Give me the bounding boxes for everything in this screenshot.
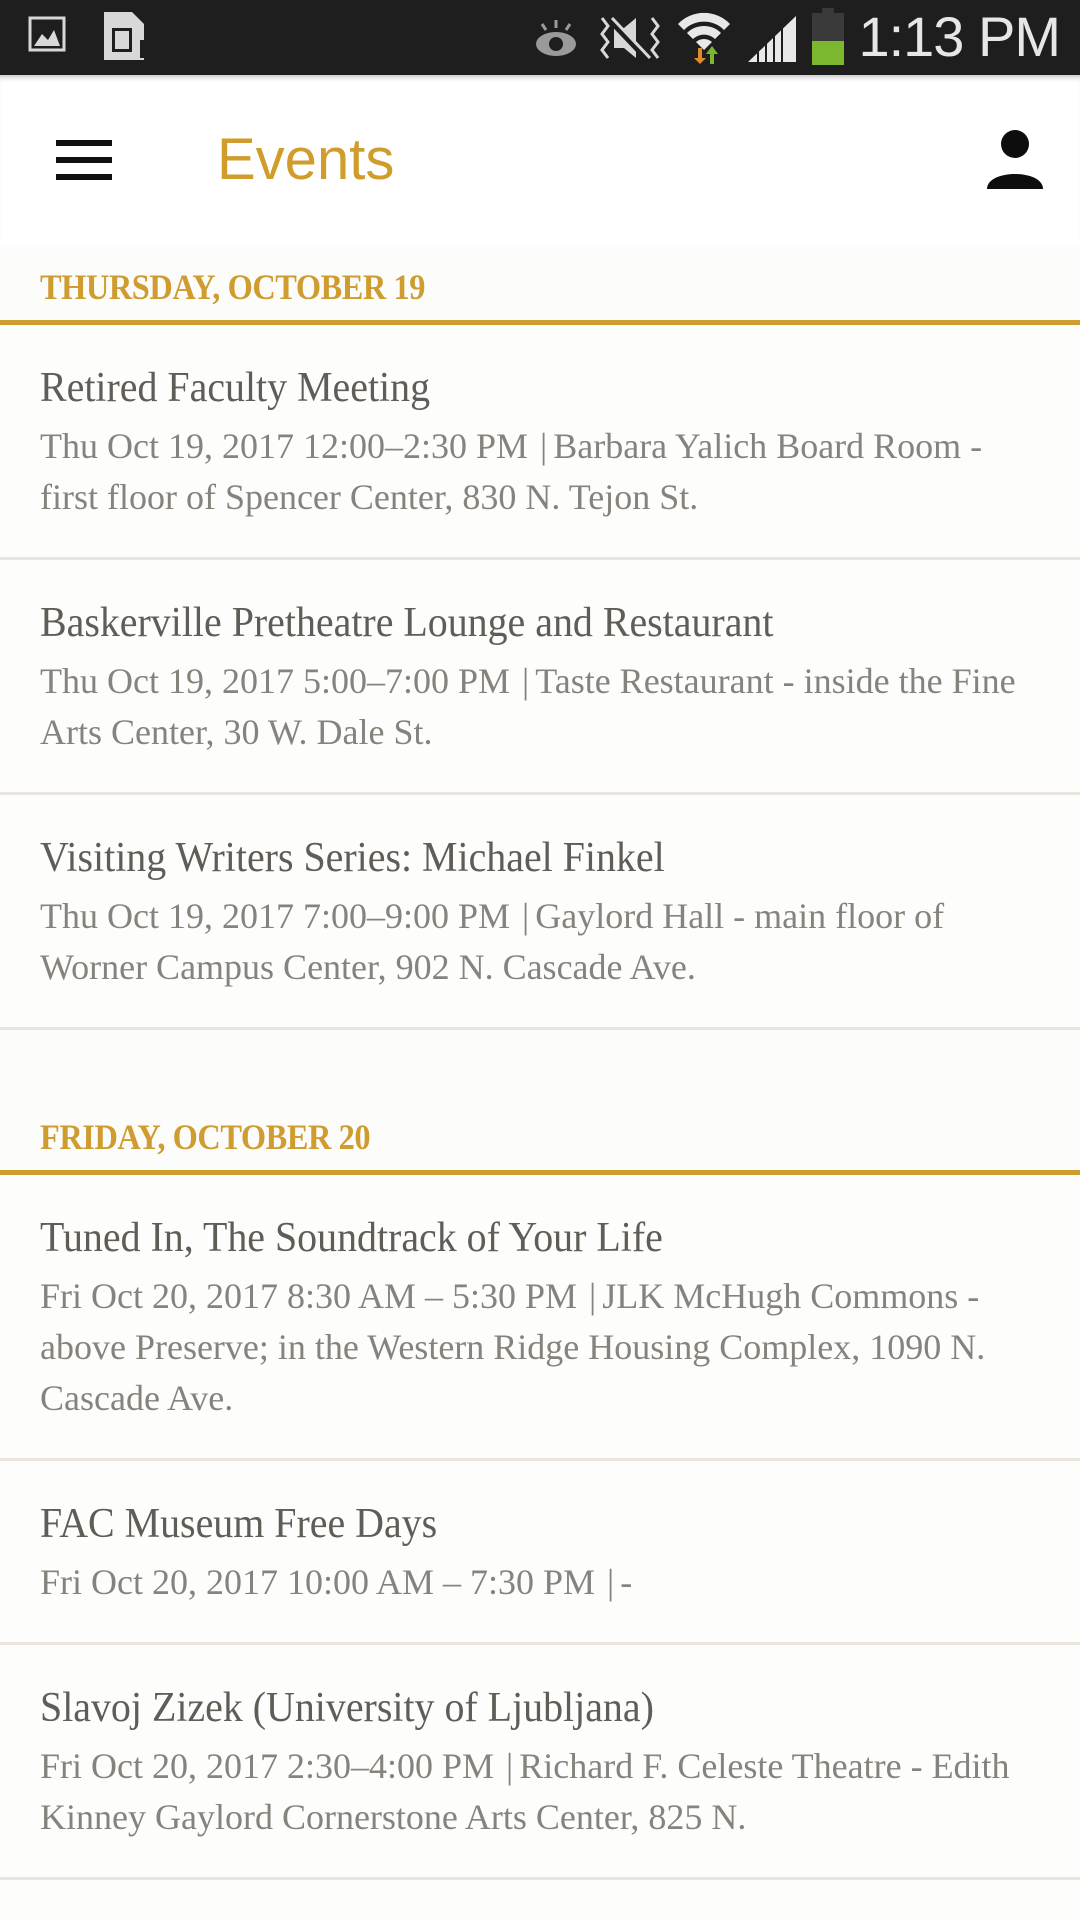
event-item[interactable]: Tuned In, The Soundtrack of Your Life Fr…	[0, 1175, 1080, 1461]
events-list[interactable]: THURSDAY, OCTOBER 19 Retired Faculty Mee…	[0, 245, 1080, 1880]
event-item[interactable]: Retired Faculty Meeting Thu Oct 19, 2017…	[0, 325, 1080, 560]
event-title: FAC Museum Free Days	[40, 1501, 438, 1547]
event-title: Tuned In, The Soundtrack of Your Life	[40, 1215, 663, 1261]
status-bar: 1:13 PM	[0, 0, 1080, 75]
event-meta: Thu Oct 19, 2017 12:00–2:30 PM | Barbara Y…	[40, 421, 1040, 523]
day-header-label: FRIDAY, OCTOBER 20	[40, 1117, 371, 1157]
hamburger-menu-icon[interactable]	[44, 130, 124, 190]
event-meta: Fri Oct 20, 2017 8:30 AM – 5:30 PM | JLK M…	[40, 1271, 1040, 1424]
smart-stay-eye-icon	[536, 20, 576, 56]
meta-separator: |	[540, 426, 548, 466]
person-icon	[987, 130, 1043, 189]
day-header-label: THURSDAY, OCTOBER 19	[40, 267, 426, 307]
event-datetime: Thu Oct 19, 2017 5:00–7:00 PM	[40, 661, 511, 701]
meta-separator: |	[522, 896, 530, 936]
event-item[interactable]: Visiting Writers Series: Michael Finkel …	[0, 795, 1080, 1030]
event-item[interactable]: Slavoj Zizek (University of Ljubljana) F…	[0, 1645, 1080, 1880]
meta-separator: |	[522, 661, 530, 701]
event-meta: Fri Oct 20, 2017 10:00 AM – 7:30 PM | -	[40, 1557, 1040, 1608]
event-item[interactable]: Baskerville Pretheatre Lounge and Restau…	[0, 560, 1080, 795]
day-header: THURSDAY, OCTOBER 19	[0, 245, 1080, 325]
meta-separator: |	[607, 1562, 615, 1602]
sd-card-icon	[104, 12, 146, 60]
event-meta: Fri Oct 20, 2017 2:30–4:00 PM | Richard F.…	[40, 1741, 1040, 1843]
event-title: Slavoj Zizek (University of Ljubljana)	[40, 1685, 654, 1731]
event-datetime: Fri Oct 20, 2017 2:30–4:00 PM	[40, 1746, 495, 1786]
gallery-icon	[28, 16, 66, 52]
event-datetime: Thu Oct 19, 2017 12:00–2:30 PM	[40, 426, 529, 466]
event-title: Retired Faculty Meeting	[40, 365, 431, 411]
event-item[interactable]: FAC Museum Free Days Fri Oct 20, 2017 10…	[0, 1461, 1080, 1645]
signal-icon	[748, 16, 796, 62]
event-datetime: Thu Oct 19, 2017 7:00–9:00 PM	[40, 896, 511, 936]
event-title: Baskerville Pretheatre Lounge and Restau…	[40, 600, 774, 646]
menu-line	[56, 157, 112, 163]
status-time: 1:13 PM	[858, 5, 1061, 68]
profile-button[interactable]	[980, 125, 1050, 195]
wifi-icon	[678, 12, 730, 64]
meta-separator: |	[506, 1746, 514, 1786]
menu-line	[56, 174, 112, 180]
page-title: Events	[217, 127, 395, 192]
event-title: Visiting Writers Series: Michael Finkel	[40, 835, 665, 881]
battery-icon	[812, 8, 844, 65]
menu-line	[56, 140, 112, 146]
event-meta: Thu Oct 19, 2017 7:00–9:00 PM | Gaylord Ha…	[40, 891, 1040, 993]
meta-separator: |	[589, 1276, 597, 1316]
day-header: FRIDAY, OCTOBER 20	[0, 1030, 1080, 1175]
mute-vibrate-icon	[600, 16, 660, 62]
event-meta: Thu Oct 19, 2017 5:00–7:00 PM | Taste Rest…	[40, 656, 1040, 758]
event-location: -	[620, 1562, 633, 1602]
app-bar: Events	[0, 75, 1080, 245]
event-datetime: Fri Oct 20, 2017 10:00 AM – 7:30 PM	[40, 1562, 596, 1602]
event-datetime: Fri Oct 20, 2017 8:30 AM – 5:30 PM	[40, 1276, 578, 1316]
